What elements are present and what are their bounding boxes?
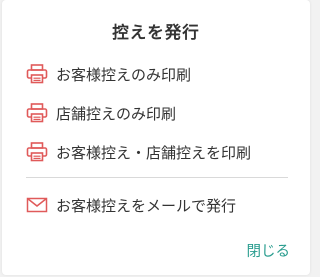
- print-store-copy-button[interactable]: 店舗控えのみ印刷: [26, 102, 176, 124]
- print-customer-copy-button[interactable]: お客様控えのみ印刷: [26, 63, 191, 85]
- close-button[interactable]: 閉じる: [247, 240, 291, 261]
- option-label: 店舗控えのみ印刷: [56, 104, 177, 123]
- envelope-icon: [26, 195, 48, 215]
- option-label: お客様控え・店舗控えを印刷: [56, 143, 252, 162]
- option-label: お客様控えをメールで発行: [56, 196, 237, 215]
- printer-icon: [26, 103, 48, 123]
- printer-icon: [26, 64, 48, 84]
- dialog-title: 控えを発行: [112, 23, 200, 42]
- divider: [26, 177, 288, 178]
- option-label: お客様控えのみ印刷: [56, 65, 192, 84]
- email-customer-copy-button[interactable]: お客様控えをメールで発行: [26, 194, 236, 216]
- issue-receipt-dialog: 控えを発行 お客様控えのみ印刷 店舗控えのみ印刷 お客様控え・店舗控えを印刷 お…: [2, 0, 310, 275]
- printer-icon: [26, 142, 48, 162]
- print-both-copies-button[interactable]: お客様控え・店舗控えを印刷: [26, 141, 251, 163]
